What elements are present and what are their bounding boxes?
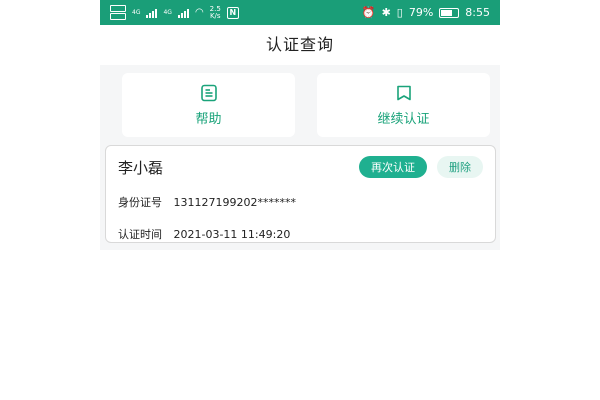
network-speed: 2.5 K/s — [209, 4, 221, 20]
battery-icon — [439, 7, 460, 18]
signal-icon-2 — [177, 8, 189, 18]
card-header: 李小磊 再次认证 删除 — [118, 156, 483, 178]
status-left: 4G 4G ◠ 2.5 K/s N — [110, 5, 239, 20]
time-value: 2021-03-11 11:49:20 — [173, 228, 291, 241]
record-name: 李小磊 — [118, 158, 164, 177]
help-button[interactable]: 帮助 — [122, 73, 295, 137]
network-type-1: 4G — [132, 9, 141, 16]
phone-screen: 4G 4G ◠ 2.5 K/s N ⏰ ✱ ▯ 79% 8:55 认证查询 帮助… — [100, 0, 500, 250]
status-right: ⏰ ✱ ▯ 79% 8:55 — [362, 6, 490, 19]
vibrate-icon: ▯ — [396, 6, 403, 19]
auth-record-card: 李小磊 再次认证 删除 身份证号 131127199202******* 认证时… — [105, 145, 496, 243]
page-title: 认证查询 — [100, 25, 500, 65]
reauth-button[interactable]: 再次认证 — [359, 156, 427, 178]
network-type-2: 4G — [163, 9, 172, 16]
time-label: 认证时间 — [118, 228, 162, 241]
alarm-icon: ⏰ — [361, 6, 376, 19]
signal-icon — [146, 8, 158, 18]
id-row: 身份证号 131127199202******* — [118, 194, 483, 210]
id-label: 身份证号 — [118, 196, 162, 209]
bluetooth-icon: ✱ — [381, 6, 391, 19]
wifi-icon: ◠ — [194, 7, 204, 18]
help-label: 帮助 — [195, 111, 222, 127]
delete-button[interactable]: 删除 — [437, 156, 483, 178]
time-row: 认证时间 2021-03-11 11:49:20 — [118, 226, 483, 242]
card-buttons: 再次认证 删除 — [359, 156, 483, 178]
clock: 8:55 — [465, 6, 490, 19]
action-row: 帮助 继续认证 — [100, 65, 500, 137]
id-value: 131127199202******* — [173, 196, 296, 209]
sim-icon — [110, 5, 126, 20]
continue-auth-button[interactable]: 继续认证 — [317, 73, 490, 137]
bookmark-icon — [396, 85, 411, 100]
battery-percent: 79% — [408, 6, 434, 19]
status-bar: 4G 4G ◠ 2.5 K/s N ⏰ ✱ ▯ 79% 8:55 — [100, 0, 500, 25]
help-doc-icon — [200, 84, 217, 101]
nfc-icon: N — [226, 6, 239, 19]
continue-auth-label: 继续认证 — [377, 111, 430, 127]
